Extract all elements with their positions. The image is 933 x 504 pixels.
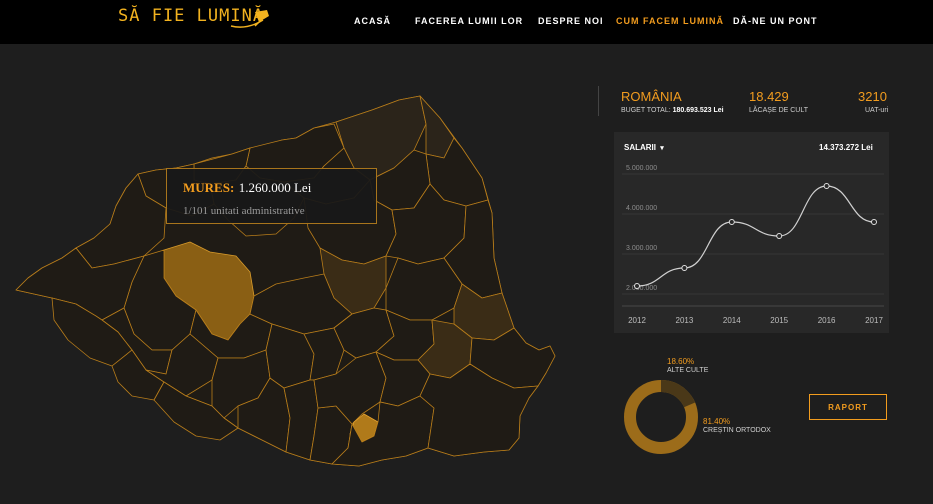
data-point[interactable] — [871, 219, 877, 225]
x-tick-label: 2015 — [770, 316, 788, 325]
report-button[interactable]: RAPORT — [809, 394, 887, 420]
y-tick-label: 5.000.000 — [626, 165, 657, 172]
orthodox-label: CREȘTIN ORTODOX — [703, 427, 771, 434]
line-chart: 2.000.0003.000.0004.000.0005.000.0002012… — [622, 165, 884, 325]
other-cults-label: ALTE CULTE — [667, 367, 709, 374]
y-tick-label: 4.000.000 — [626, 205, 657, 212]
y-tick-label: 3.000.000 — [626, 245, 657, 252]
x-tick-label: 2017 — [865, 316, 883, 325]
data-point[interactable] — [823, 183, 830, 189]
x-tick-label: 2016 — [818, 316, 836, 325]
donut-other-segment — [660, 380, 696, 408]
x-tick-label: 2013 — [676, 316, 694, 325]
data-point[interactable] — [681, 265, 688, 271]
x-tick-label: 2012 — [628, 316, 646, 325]
other-cults-percent: 18.60% — [667, 357, 695, 366]
series-line — [636, 185, 875, 287]
orthodox-percent: 81.40% — [703, 417, 731, 426]
x-tick-label: 2014 — [723, 316, 741, 325]
data-point[interactable] — [728, 219, 735, 225]
denomination-donut-chart — [624, 380, 698, 454]
data-point[interactable] — [776, 233, 783, 239]
data-point[interactable] — [634, 283, 640, 289]
